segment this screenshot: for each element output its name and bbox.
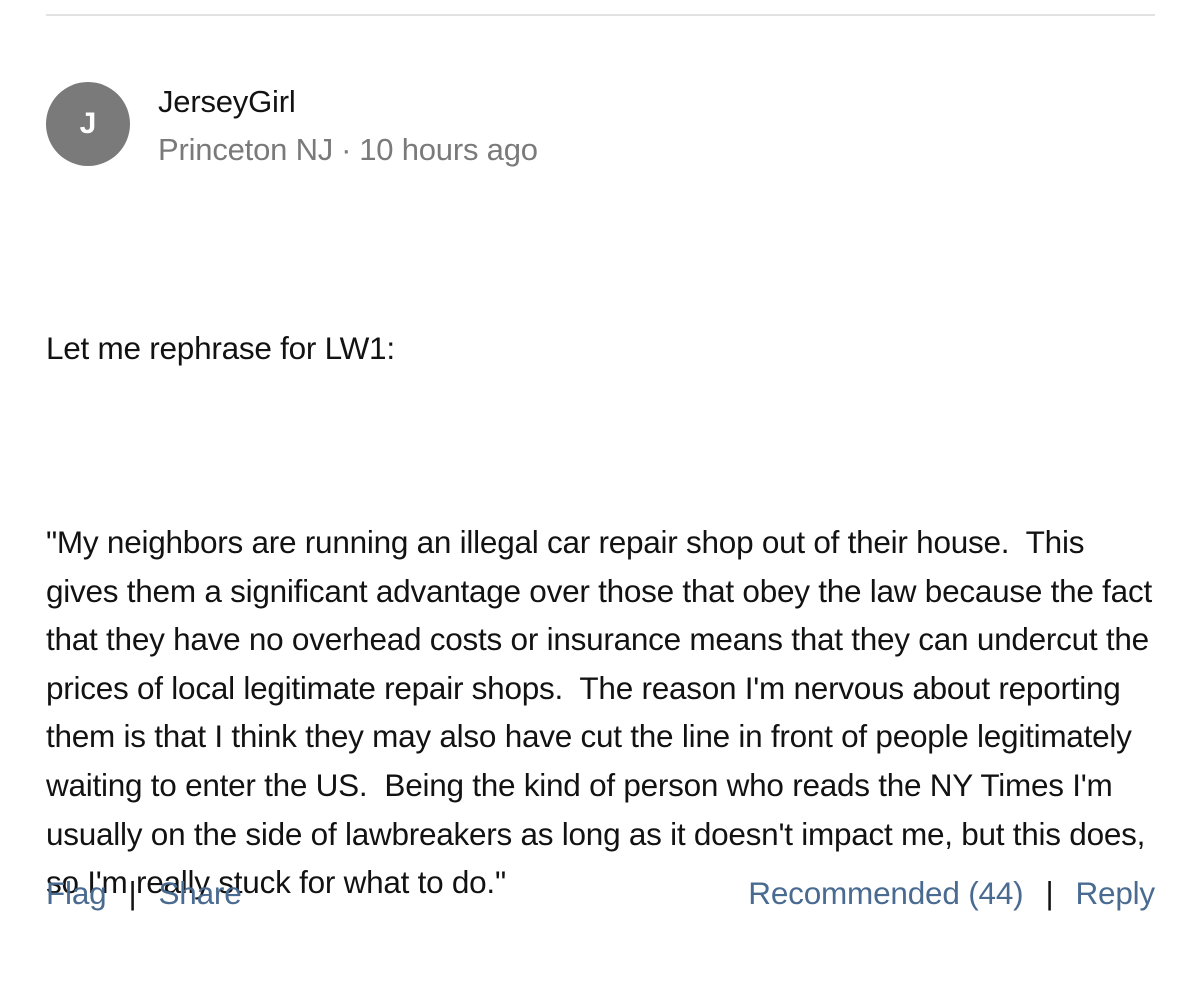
action-separator: |: [1045, 874, 1054, 911]
action-separator: |: [128, 874, 137, 911]
recommend-link[interactable]: Recommended (44): [748, 875, 1023, 912]
author-location: Princeton NJ: [158, 132, 334, 167]
comment-actions: Flag | Share Recommended (44) | Reply: [46, 870, 1155, 916]
reply-link[interactable]: Reply: [1075, 875, 1155, 912]
avatar[interactable]: J: [46, 82, 130, 166]
comment-paragraph: Let me rephrase for LW1:: [46, 330, 395, 367]
share-link[interactable]: Share: [158, 875, 241, 912]
author-meta: Princeton NJ · 10 hours ago: [158, 128, 538, 172]
author-name[interactable]: JerseyGirl: [158, 82, 538, 122]
comment-card: J JerseyGirl Princeton NJ · 10 hours ago L…: [46, 82, 1156, 1004]
comment-paragraph: "My neighbors are running an illegal car…: [46, 523, 1161, 901]
top-divider: [46, 14, 1155, 16]
author-block: JerseyGirl Princeton NJ · 10 hours ago: [158, 82, 538, 172]
flag-link[interactable]: Flag: [46, 875, 107, 912]
comment-actions-left: Flag | Share: [46, 875, 242, 912]
comment-actions-right: Recommended (44) | Reply: [748, 875, 1155, 912]
comment-timestamp: 10 hours ago: [359, 132, 538, 167]
avatar-initial: J: [79, 107, 97, 140]
comment-header: J JerseyGirl Princeton NJ · 10 hours ago: [46, 82, 1156, 172]
meta-separator: ·: [341, 132, 352, 167]
